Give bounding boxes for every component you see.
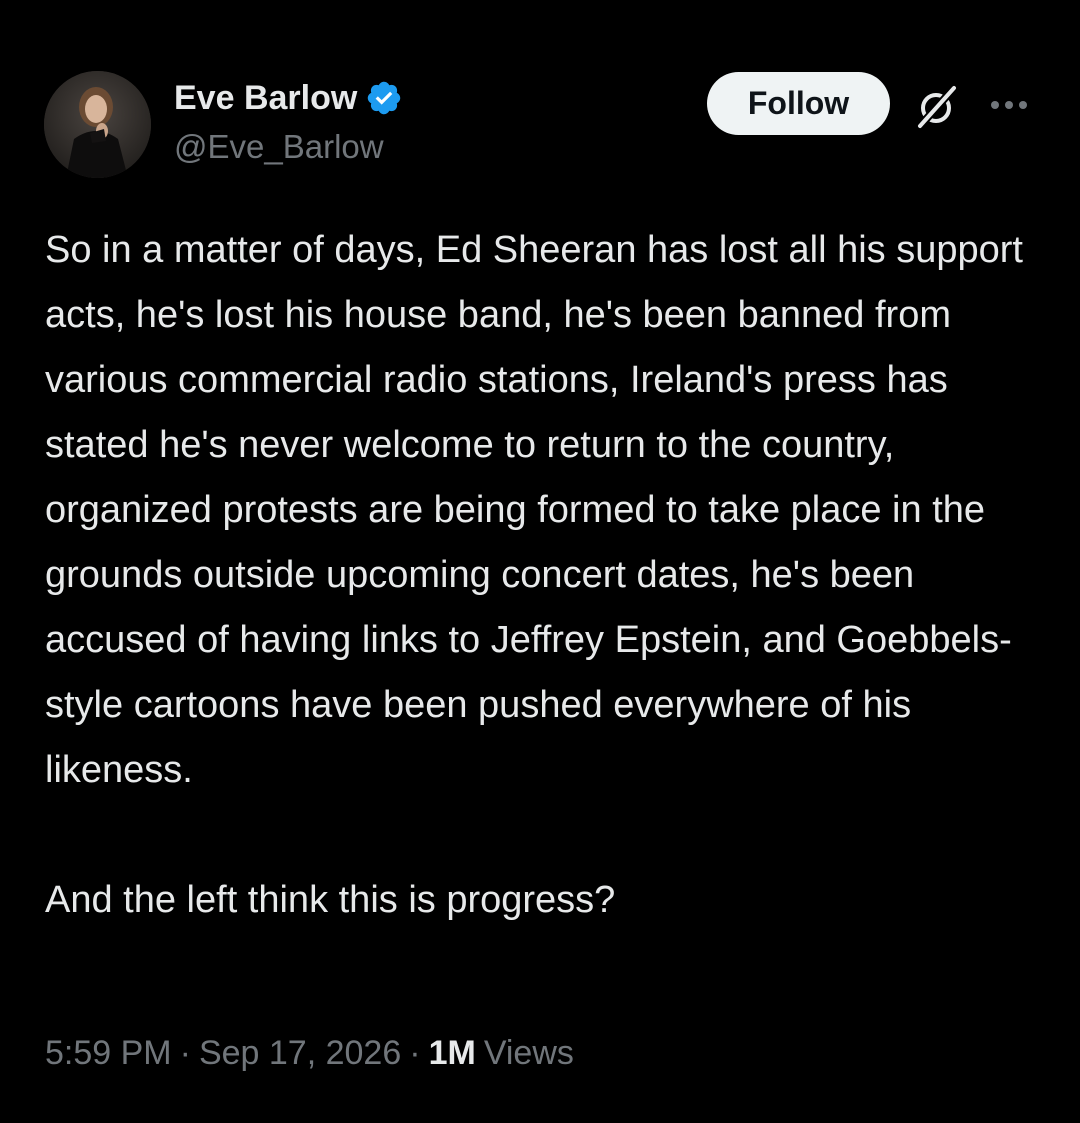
author-handle[interactable]: @Eve_Barlow [174,128,384,166]
views-label: Views [483,1034,574,1072]
more-options-icon[interactable] [986,90,1032,120]
meta-separator: · [409,1034,421,1072]
tweet-meta: 5:59 PM · Sep 17, 2026 · 1M Views [45,1034,574,1073]
author-name-row: Eve Barlow [174,76,403,120]
tweet-text: So in a matter of days, Ed Sheeran has l… [45,229,1023,921]
verified-badge-icon [365,79,403,117]
follow-button[interactable]: Follow [707,72,890,135]
meta-separator: · [179,1034,191,1072]
tweet-date[interactable]: Sep 17, 2026 [199,1034,401,1073]
author-display-name[interactable]: Eve Barlow [174,79,357,118]
avatar-image [44,71,151,178]
avatar[interactable] [44,71,151,178]
grok-icon[interactable] [912,82,962,132]
tweet-time[interactable]: 5:59 PM [45,1034,172,1073]
tweet-card: Eve Barlow @Eve_Barlow Follow So in a ma… [0,0,1080,1123]
views-count[interactable]: 1M [429,1034,476,1073]
